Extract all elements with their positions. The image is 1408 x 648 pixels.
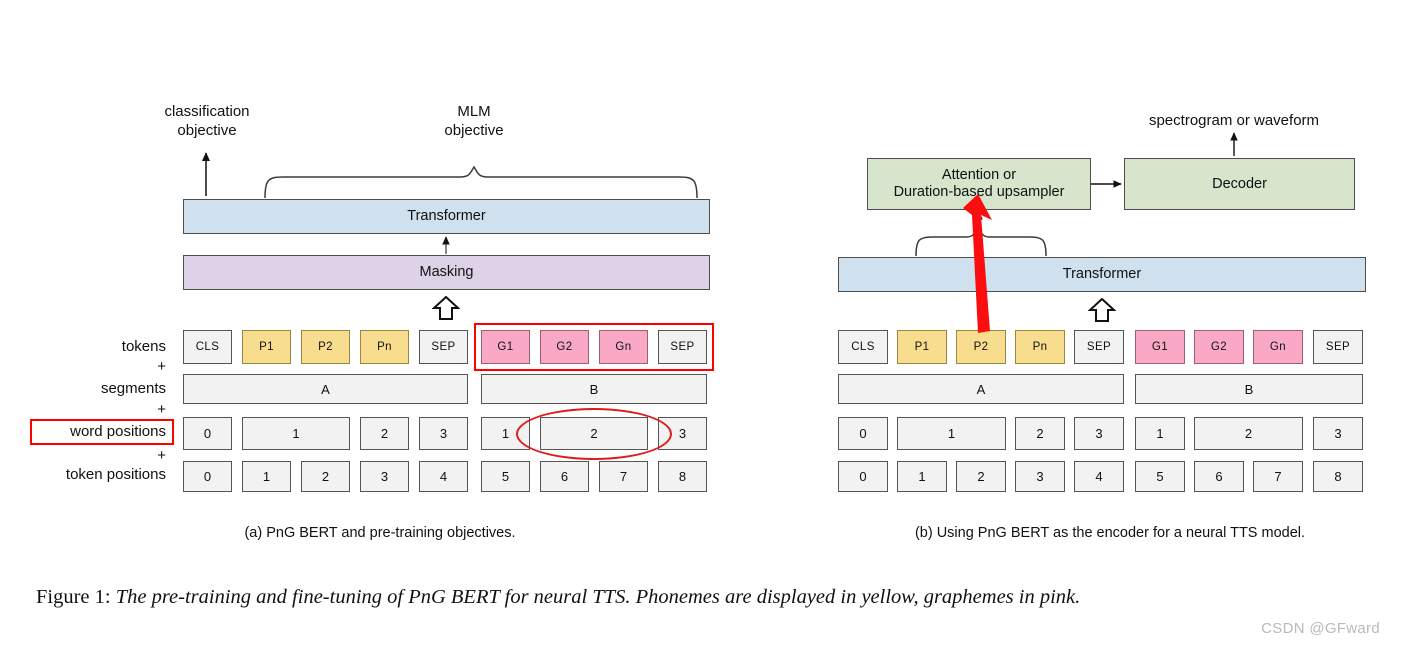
- panel-b-word-position-cell[interactable]: 0: [838, 417, 888, 450]
- panel-b-segment-cell[interactable]: B: [1135, 374, 1363, 404]
- panel-b-input-up-arrow-icon: [1087, 297, 1117, 322]
- panel-b-token-position-cell[interactable]: 6: [1194, 461, 1244, 492]
- panel-b-token-cell[interactable]: G1: [1135, 330, 1185, 364]
- figure-caption: Figure 1: The pre-training and fine-tuni…: [36, 586, 1376, 609]
- panel-b-token-position-cell[interactable]: 1: [897, 461, 947, 492]
- watermark: CSDN @GFward: [1261, 620, 1380, 637]
- panel-b-token-cell[interactable]: G2: [1194, 330, 1244, 364]
- panel-b-token-cell[interactable]: CLS: [838, 330, 888, 364]
- panel-b-word-position-cell[interactable]: 3: [1074, 417, 1124, 450]
- panel-b-token-position-cell[interactable]: 3: [1015, 461, 1065, 492]
- panel-b-transformer-block: Transformer: [838, 257, 1366, 292]
- panel-b-word-position-cell[interactable]: 2: [1194, 417, 1303, 450]
- panel-b-token-cell[interactable]: Gn: [1253, 330, 1303, 364]
- panel-b-upsampler-block: Attention or Duration-based upsampler: [867, 158, 1091, 210]
- panel-b-token-cell[interactable]: P1: [897, 330, 947, 364]
- panel-b-word-position-cell[interactable]: 3: [1313, 417, 1363, 450]
- panel-b-token-cell[interactable]: P2: [956, 330, 1006, 364]
- panel-b-upsampler-line2: Duration-based upsampler: [893, 184, 1065, 200]
- panel-b-segment-cell[interactable]: A: [838, 374, 1124, 404]
- panel-b-token-position-cell[interactable]: 4: [1074, 461, 1124, 492]
- panel-b-word-position-cell[interactable]: 2: [1015, 417, 1065, 450]
- panel-b-upsampler-line1: Attention or: [941, 167, 1017, 183]
- panel-b-token-position-cell[interactable]: 8: [1313, 461, 1363, 492]
- panel-b: spectrogram or waveform Attention or Dur…: [0, 0, 1408, 560]
- panel-b-decoder-block: Decoder: [1124, 158, 1355, 210]
- panel-b-output-label: spectrogram or waveform: [1148, 112, 1320, 129]
- panel-b-token-cell[interactable]: Pn: [1015, 330, 1065, 364]
- panel-b-subcaption: (b) Using PnG BERT as the encoder for a …: [914, 525, 1306, 541]
- figure-caption-body: The pre-training and fine-tuning of PnG …: [115, 586, 1081, 608]
- panel-b-token-position-cell[interactable]: 5: [1135, 461, 1185, 492]
- panel-b-word-position-cell[interactable]: 1: [897, 417, 1006, 450]
- panel-b-token-cell[interactable]: SEP: [1074, 330, 1124, 364]
- panel-b-word-position-cell[interactable]: 1: [1135, 417, 1185, 450]
- figure-canvas: classification objective MLM objective T…: [0, 0, 1408, 648]
- figure-caption-label: Figure 1:: [36, 586, 111, 608]
- panel-b-token-position-cell[interactable]: 2: [956, 461, 1006, 492]
- panel-b-token-position-cell[interactable]: 7: [1253, 461, 1303, 492]
- panel-b-token-cell[interactable]: SEP: [1313, 330, 1363, 364]
- panel-b-token-position-cell[interactable]: 0: [838, 461, 888, 492]
